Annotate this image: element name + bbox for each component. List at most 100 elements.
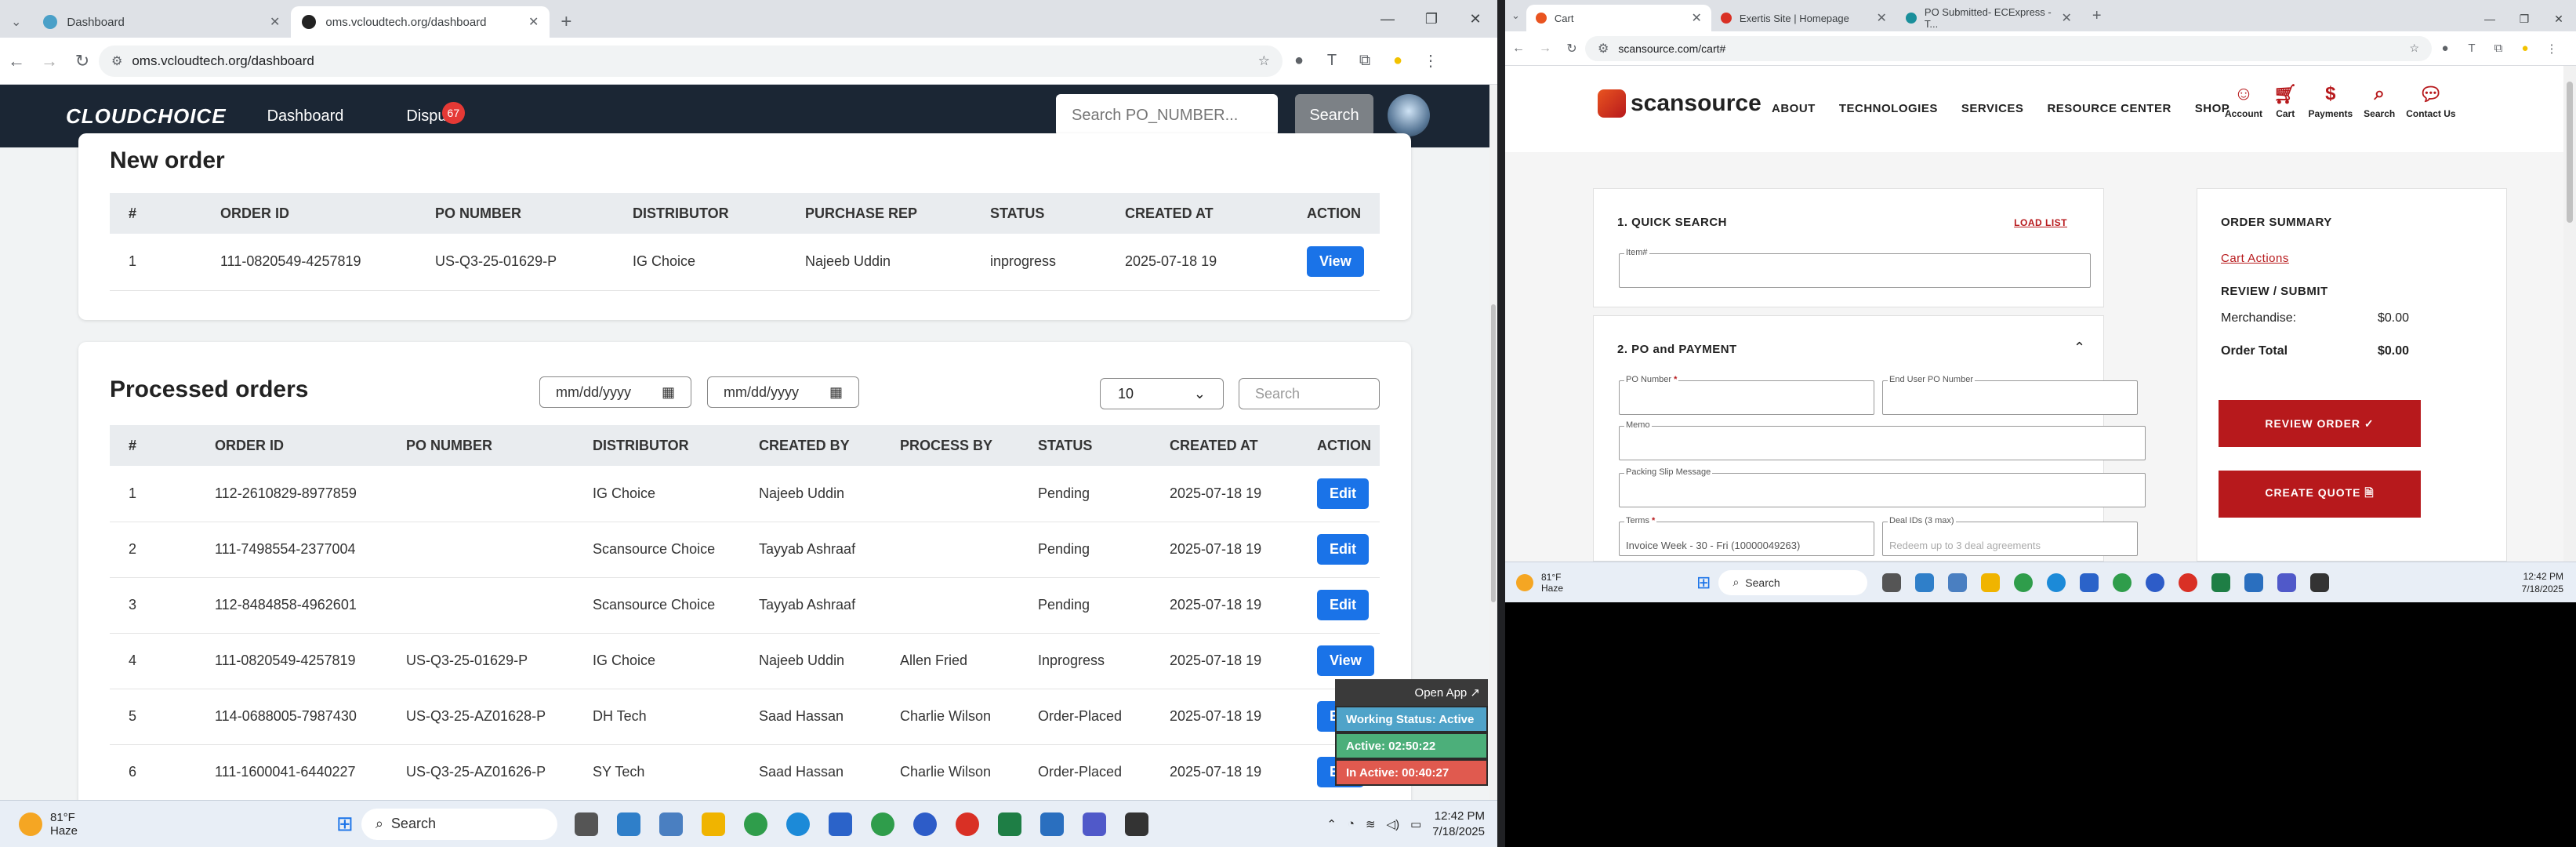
contact-link[interactable]: 💬︎ Contact Us [2406,80,2455,120]
load-list-link[interactable]: LOAD LIST [2014,217,2067,228]
chrome-icon[interactable] [2113,573,2132,592]
app-icon[interactable] [1915,573,1935,592]
search-link[interactable]: ⌕ Search [2364,80,2395,119]
open-app-link[interactable]: Open App ↗ [1335,679,1488,706]
wifi-icon[interactable]: ≋ [1366,817,1376,831]
nav-disputes[interactable]: Dispu [406,107,446,125]
app-icon[interactable] [616,812,640,836]
page-size-select[interactable]: 10 ⌄ [1100,378,1224,409]
page-scrollbar[interactable] [1489,85,1497,800]
view-button[interactable]: View [1317,645,1374,676]
chevron-up-icon[interactable]: ⌃ [2073,340,2085,356]
po-number-field[interactable]: PO Number * [1619,375,1874,415]
menu-icon[interactable]: ⋮ [2538,42,2565,56]
extension-icon[interactable]: ● [1283,52,1315,70]
calculator-icon[interactable] [659,812,683,836]
zoom-icon[interactable] [2146,573,2165,592]
profile-icon[interactable]: ● [1381,52,1414,70]
payments-link[interactable]: $ Payments [2308,80,2353,119]
cart-actions-link[interactable]: Cart Actions [2221,252,2289,265]
menu-technologies[interactable]: TECHNOLOGIES [1839,102,1938,115]
tab-oms-dashboard[interactable]: oms.vcloudtech.org/dashboard ✕ [291,6,550,38]
task-view-icon[interactable] [574,812,598,836]
minimize-icon[interactable]: — [1366,11,1410,27]
menu-resource-center[interactable]: RESOURCE CENTER [2047,102,2171,115]
close-icon[interactable]: ✕ [270,14,280,30]
chrome-icon[interactable] [2179,573,2198,592]
packing-slip-field[interactable]: Packing Slip Message [1619,467,2146,507]
battery-icon[interactable]: ▭ [1410,817,1421,831]
close-icon[interactable]: ✕ [2062,10,2072,26]
end-user-po-field[interactable]: End User PO Number [1882,375,2138,415]
menu-services[interactable]: SERVICES [1961,102,2024,115]
terms-field[interactable]: Terms * Invoice Week - 30 - Fri (10000049… [1619,516,1874,556]
minimize-icon[interactable]: — [2473,13,2507,25]
edge-icon[interactable] [2047,573,2066,592]
site-info-icon[interactable]: ⚙ [111,53,122,69]
tab-po-submitted[interactable]: PO Submitted- ECExpress - T... ✕ [1896,5,2081,31]
page-scrollbar[interactable] [2563,66,2576,562]
app-icon[interactable] [1124,812,1148,836]
close-icon[interactable]: ✕ [528,14,539,30]
scrollbar-thumb[interactable] [1491,304,1496,602]
extension-icon[interactable]: ● [2432,42,2458,55]
address-bar[interactable]: ⚙ scansource.com/cart# ☆ [1585,35,2432,61]
chrome-icon[interactable] [743,812,767,836]
deal-ids-field[interactable]: Deal IDs (3 max) Redeem up to 3 deal agre… [1882,516,2138,556]
file-explorer-icon[interactable] [701,812,725,836]
account-link[interactable]: ☺ Account [2225,80,2262,119]
chrome-icon[interactable] [2014,573,2034,592]
new-tab-icon[interactable]: + [2081,0,2113,31]
back-icon[interactable]: ← [0,51,33,71]
close-icon[interactable]: ✕ [1877,10,1887,26]
maximize-icon[interactable]: ❐ [1410,11,1453,27]
calendar-icon[interactable]: ▦ [829,384,843,401]
maximize-icon[interactable]: ❐ [2507,13,2542,26]
tab-search-chevron-icon[interactable]: ⌄ [0,6,32,38]
calculator-icon[interactable] [1948,573,1968,592]
back-icon[interactable]: ← [1505,42,1532,56]
extension-icon[interactable]: T [1315,52,1348,70]
menu-about[interactable]: ABOUT [1772,102,1816,115]
memo-field[interactable]: Memo [1619,420,2146,460]
edge-icon[interactable] [785,812,810,836]
calendar-icon[interactable]: ▦ [662,384,675,401]
network-icon[interactable]: ◔ [1348,817,1355,831]
site-info-icon[interactable]: ⚙ [1598,41,1609,56]
orders-search-input[interactable]: Search [1239,378,1380,409]
reload-icon[interactable]: ↻ [1558,41,1585,56]
tab-cart[interactable]: Cart ✕ [1526,5,1711,31]
weather-widget[interactable]: 81°F Haze [1516,572,1563,594]
windows-start-icon[interactable]: ⊞ [336,812,354,836]
teams-icon[interactable] [1082,812,1106,836]
app-icon[interactable] [1039,812,1064,836]
app-icon[interactable] [2244,573,2264,592]
profile-icon[interactable]: ● [2512,42,2538,55]
item-number-field[interactable]: Item# [1619,248,2091,288]
weather-widget[interactable]: 81°F Haze [19,811,78,838]
file-explorer-icon[interactable] [1981,573,2001,592]
create-quote-button[interactable]: CREATE QUOTE 🗎 [2219,471,2421,518]
scrollbar-thumb[interactable] [2567,82,2573,223]
extension-icon[interactable]: T [2458,42,2485,55]
start-date-input[interactable]: mm/dd/yyyy ▦ [539,376,691,408]
review-order-button[interactable]: REVIEW ORDER ✓ [2219,400,2421,447]
tab-dashboard[interactable]: Dashboard ✕ [32,6,291,38]
tab-search-chevron-icon[interactable]: ⌄ [1505,0,1526,31]
menu-icon[interactable]: ⋮ [1414,51,1447,71]
view-button[interactable]: View [1307,246,1364,278]
forward-icon[interactable]: → [33,51,66,71]
address-bar[interactable]: ⚙ oms.vcloudtech.org/dashboard ☆ [99,45,1283,77]
edit-button[interactable]: Edit [1317,478,1369,509]
volume-icon[interactable]: ◁) [1387,817,1400,831]
bookmark-star-icon[interactable]: ☆ [2409,42,2419,55]
chrome-icon[interactable] [870,812,894,836]
chrome-icon[interactable] [955,812,979,836]
task-view-icon[interactable] [1882,573,1902,592]
nav-dashboard[interactable]: Dashboard [267,107,344,125]
edit-button[interactable]: Edit [1317,590,1369,620]
po-search-input[interactable] [1056,94,1278,136]
app-icon[interactable] [2080,573,2099,592]
app-icon[interactable] [828,812,852,836]
forward-icon[interactable]: → [1532,42,1558,56]
